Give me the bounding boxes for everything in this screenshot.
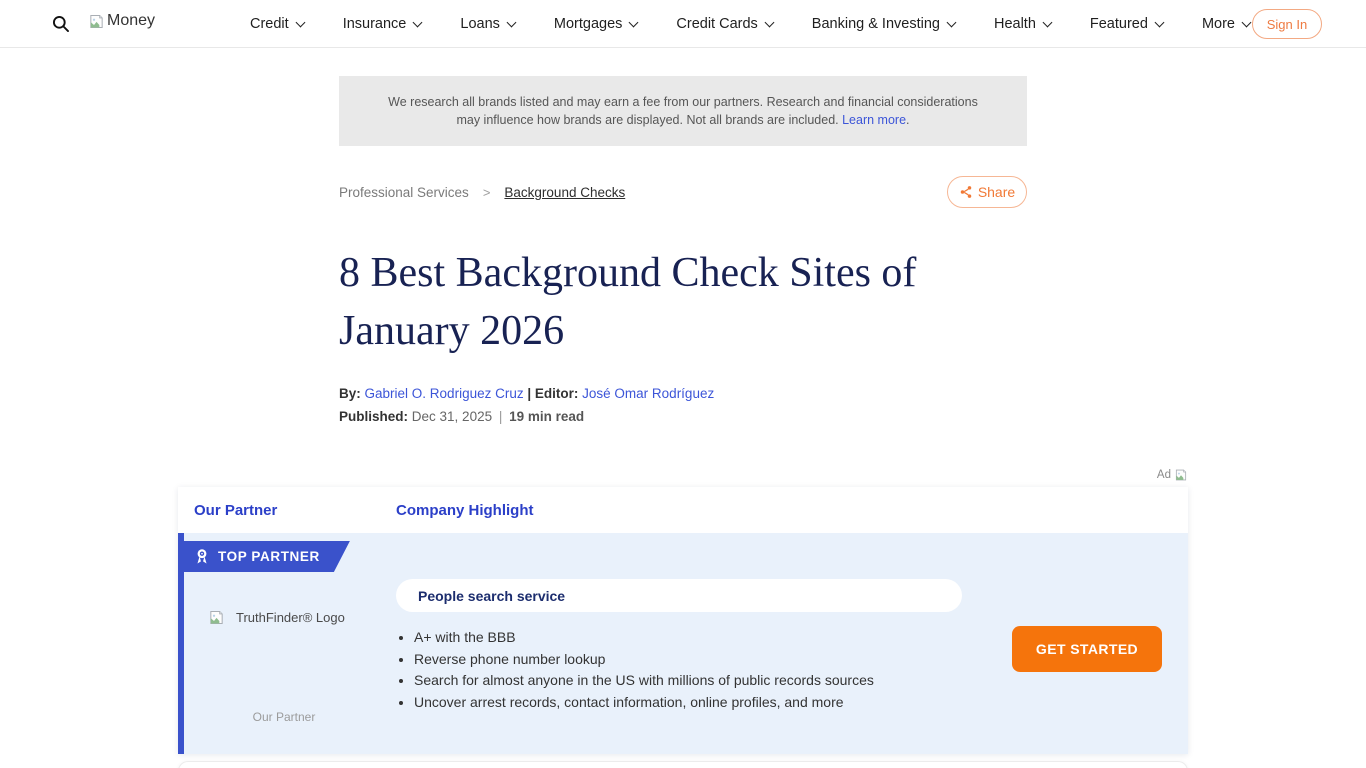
sign-in-button[interactable]: Sign In xyxy=(1252,9,1322,39)
nav-label: Banking & Investing xyxy=(812,16,940,32)
highlight-pill: People search service xyxy=(396,579,962,612)
broken-image-icon xyxy=(208,609,225,626)
published-separator: | xyxy=(499,409,503,424)
nav-item-insurance[interactable]: Insurance xyxy=(343,16,422,32)
top-partner-label: TOP PARTNER xyxy=(218,549,320,564)
partner-logo[interactable]: TruthFinder® Logo xyxy=(208,609,345,626)
get-started-button[interactable]: GET STARTED xyxy=(1012,626,1162,672)
highlight-bullet: Uncover arrest records, contact informat… xyxy=(414,695,874,710)
nav-label: More xyxy=(1202,16,1235,32)
chevron-down-icon xyxy=(947,17,957,27)
nav-item-featured[interactable]: Featured xyxy=(1090,16,1163,32)
top-navigation: Money Credit Insurance Loans Mortgages C… xyxy=(0,0,1366,48)
breadcrumb-row: Professional Services > Background Check… xyxy=(339,176,1027,208)
our-partner-caption: Our Partner xyxy=(184,710,384,724)
money-logo[interactable]: Money xyxy=(88,12,155,30)
chevron-down-icon xyxy=(1242,17,1252,27)
nav-item-health[interactable]: Health xyxy=(994,16,1051,32)
breadcrumb: Professional Services > Background Check… xyxy=(339,185,625,200)
nav-item-credit-cards[interactable]: Credit Cards xyxy=(676,16,772,32)
breadcrumb-chevron-icon: > xyxy=(483,185,491,200)
byline: By: Gabriel O. Rodriguez Cruz | Editor: … xyxy=(339,386,1027,401)
nav-item-loans[interactable]: Loans xyxy=(460,16,515,32)
main-nav: Credit Insurance Loans Mortgages Credit … xyxy=(250,0,1250,48)
chevron-down-icon xyxy=(1154,17,1164,27)
nav-label: Mortgages xyxy=(554,16,623,32)
nav-label: Featured xyxy=(1090,16,1148,32)
partner-table-header: Our Partner Company Highlight xyxy=(178,487,1188,533)
page-title: 8 Best Background Check Sites of January… xyxy=(339,244,1027,360)
ad-label-row: Ad xyxy=(178,468,1188,482)
partner-table: Our Partner Company Highlight TOP PARTNE… xyxy=(178,487,1188,754)
chevron-down-icon xyxy=(1042,17,1052,27)
published-line: Published: Dec 31, 2025 | 19 min read xyxy=(339,409,1027,424)
page: Money Credit Insurance Loans Mortgages C… xyxy=(0,0,1366,768)
nav-label: Insurance xyxy=(343,16,407,32)
read-time: 19 min read xyxy=(509,409,584,424)
chevron-down-icon xyxy=(506,17,516,27)
next-partner-row-stub xyxy=(178,761,1188,768)
search-icon[interactable] xyxy=(51,14,70,33)
highlight-bullet: A+ with the BBB xyxy=(414,630,874,645)
nav-label: Loans xyxy=(460,16,500,32)
chevron-down-icon xyxy=(764,17,774,27)
top-partner-row: TOP PARTNER TruthFinder® Logo Our Partne… xyxy=(178,533,1188,754)
published-date: Dec 31, 2025 xyxy=(412,409,492,424)
share-icon xyxy=(959,185,973,199)
partner-logo-alt-text: TruthFinder® Logo xyxy=(236,610,345,625)
disclaimer-box: We research all brands listed and may ea… xyxy=(339,76,1027,146)
editor-link[interactable]: José Omar Rodríguez xyxy=(582,386,714,401)
medal-icon xyxy=(195,548,209,565)
breadcrumb-parent[interactable]: Professional Services xyxy=(339,185,469,200)
share-button[interactable]: Share xyxy=(947,176,1027,208)
column-our-partner: Our Partner xyxy=(178,502,396,519)
broken-image-icon xyxy=(88,13,105,30)
chevron-down-icon xyxy=(295,17,305,27)
nav-item-banking-investing[interactable]: Banking & Investing xyxy=(812,16,955,32)
logo-alt-text: Money xyxy=(107,12,155,30)
learn-more-link[interactable]: Learn more xyxy=(842,113,906,127)
by-label: By: xyxy=(339,386,361,401)
breadcrumb-current[interactable]: Background Checks xyxy=(504,185,625,200)
highlight-bullet: Search for almost anyone in the US with … xyxy=(414,673,874,688)
ad-label: Ad xyxy=(1157,469,1171,481)
highlight-text: People search service xyxy=(418,588,565,604)
chevron-down-icon xyxy=(413,17,423,27)
column-company-highlight: Company Highlight xyxy=(396,502,534,519)
published-label: Published: xyxy=(339,409,408,424)
nav-label: Health xyxy=(994,16,1036,32)
chevron-down-icon xyxy=(629,17,639,27)
editor-label: | Editor: xyxy=(527,386,578,401)
nav-item-more[interactable]: More xyxy=(1202,16,1250,32)
highlight-bullet: Reverse phone number lookup xyxy=(414,652,874,667)
author-link[interactable]: Gabriel O. Rodriguez Cruz xyxy=(365,386,524,401)
highlight-bullets: A+ with the BBB Reverse phone number loo… xyxy=(398,630,874,716)
top-partner-badge: TOP PARTNER xyxy=(184,541,350,572)
broken-image-icon xyxy=(1174,468,1188,482)
disclaimer-period: . xyxy=(906,113,909,127)
nav-item-credit[interactable]: Credit xyxy=(250,16,304,32)
nav-label: Credit Cards xyxy=(676,16,757,32)
nav-label: Credit xyxy=(250,16,289,32)
nav-item-mortgages[interactable]: Mortgages xyxy=(554,16,638,32)
share-label: Share xyxy=(978,184,1015,200)
